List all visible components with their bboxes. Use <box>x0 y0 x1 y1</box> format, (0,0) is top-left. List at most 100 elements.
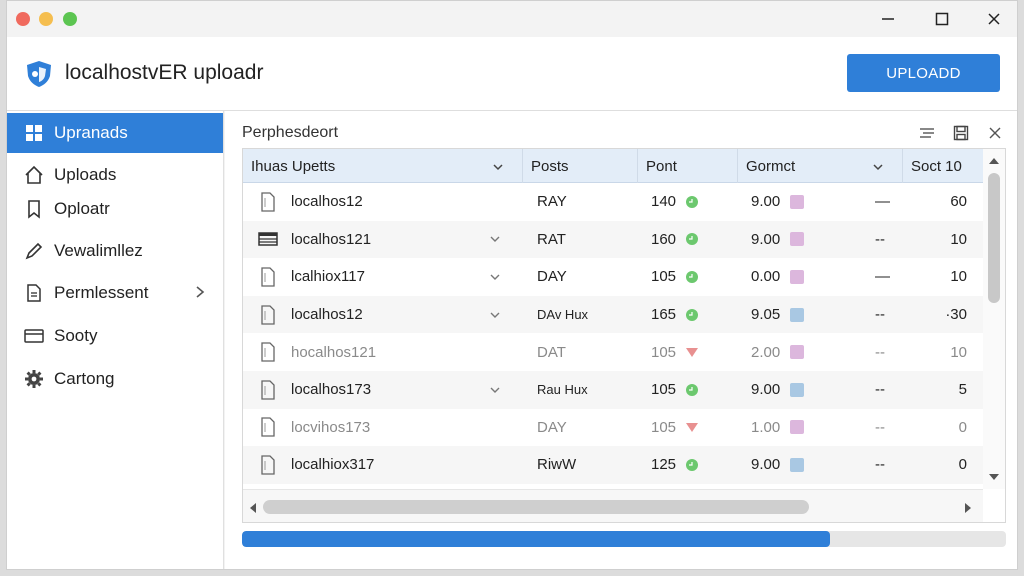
table-row[interactable]: localhos173 Rau Hux 105 9.00 -- 5 <box>243 371 983 409</box>
close-icon <box>989 127 1001 139</box>
file-icon <box>257 258 279 296</box>
table-row[interactable]: locvihos173 DAY 105 1.00 -- 0 <box>243 409 983 447</box>
sidebar-item-label: Upranads <box>54 123 128 142</box>
shield-logo-icon <box>27 61 51 87</box>
row-name: localhos12 <box>291 306 363 324</box>
row-format: 9.05 <box>751 306 781 324</box>
chevron-down-icon[interactable] <box>489 371 501 409</box>
table-row[interactable]: localhos12 RAY 140 9.00 — 60 <box>243 183 983 221</box>
sidebar-item-cartong[interactable]: Cartong <box>7 359 223 399</box>
filter-icon <box>920 128 934 138</box>
color-swatch <box>789 333 805 371</box>
row-soct: 10 <box>950 230 967 248</box>
column-header-label: Gormct <box>746 157 796 175</box>
pen-icon <box>23 240 45 262</box>
table-row[interactable]: hocalhos121 DAT 105 2.00 -- 10 <box>243 333 983 371</box>
table-row[interactable]: localhos121 RAT 160 9.00 -- 10 <box>243 220 983 259</box>
upload-progress-fill <box>242 531 831 547</box>
row-soct: 5 <box>958 381 967 399</box>
sidebar-item-upranads[interactable]: Upranads <box>7 113 223 153</box>
minimize-traffic-light[interactable] <box>39 12 53 26</box>
row-point: 105 <box>651 343 677 361</box>
row-format: 2.00 <box>751 343 781 361</box>
minimize-icon <box>882 18 894 20</box>
row-point: 160 <box>651 230 677 248</box>
column-header-pont[interactable]: Pont <box>638 149 738 183</box>
scroll-down-icon[interactable] <box>988 469 1000 487</box>
row-name: locvihos173 <box>291 418 371 436</box>
upload-button[interactable]: UPLOADD <box>847 54 1000 92</box>
maximize-button[interactable] <box>927 7 957 31</box>
color-swatch <box>789 258 805 296</box>
zoom-traffic-light[interactable] <box>63 12 77 26</box>
status-up-icon <box>685 258 699 296</box>
row-soct: 0 <box>958 418 967 436</box>
row-dash: — <box>875 193 890 211</box>
color-swatch <box>789 371 805 409</box>
sidebar-item-label: Cartong <box>54 369 115 388</box>
row-dash: — <box>875 268 890 286</box>
column-header-posts[interactable]: Posts <box>523 149 638 183</box>
save-button[interactable] <box>951 123 971 143</box>
horizontal-scrollbar[interactable] <box>243 489 983 522</box>
sidebar-item-label: Sooty <box>54 326 98 345</box>
sidebar-item-permlessent[interactable]: Permlessent <box>7 273 223 313</box>
color-swatch <box>789 296 805 334</box>
row-soct: 10 <box>950 268 967 286</box>
row-type: DAY <box>537 418 567 436</box>
scroll-right-icon[interactable] <box>963 501 973 519</box>
column-header-soct[interactable]: Soct 10 <box>903 149 983 183</box>
chevron-right-icon <box>195 284 205 304</box>
row-point: 165 <box>651 306 677 324</box>
horizontal-scroll-thumb[interactable] <box>263 500 809 514</box>
scroll-left-icon[interactable] <box>248 501 258 519</box>
sidebar-item-oploatr[interactable]: Oploatr <box>7 189 223 229</box>
row-type: DAv Hux <box>537 307 589 323</box>
sidebar-item-sooty[interactable]: Sooty <box>7 316 223 356</box>
window-close-button[interactable] <box>979 7 1009 31</box>
panel-close-button[interactable] <box>985 123 1005 143</box>
table-icon <box>257 221 279 259</box>
status-up-icon <box>685 446 699 484</box>
status-down-icon <box>685 333 699 371</box>
table-header: Ihuas Upetts Posts Pont Gormct Soct 10 <box>243 149 983 183</box>
table-row[interactable]: localhiox317 RiwW 125 9.00 -- 0 <box>243 446 983 484</box>
bookmark-icon <box>23 198 45 220</box>
status-up-icon <box>685 183 699 221</box>
row-format: 9.00 <box>751 230 781 248</box>
chevron-down-icon[interactable] <box>489 258 501 296</box>
color-swatch <box>789 183 805 221</box>
column-header-name[interactable]: Ihuas Upetts <box>243 149 523 183</box>
color-swatch <box>789 446 805 484</box>
title-bar <box>7 1 1017 37</box>
status-up-icon <box>685 296 699 334</box>
upload-progress-bar <box>242 531 1006 547</box>
close-icon <box>988 13 1000 25</box>
table-row[interactable]: localhos12 DAv Hux 165 9.05 -- ·30 <box>243 295 983 334</box>
column-header-gormct[interactable]: Gormct <box>738 149 903 183</box>
vertical-scrollbar[interactable] <box>983 149 1005 489</box>
row-type: DAT <box>537 343 566 361</box>
file-icon <box>257 183 279 221</box>
chevron-down-icon[interactable] <box>489 296 501 334</box>
row-dash: -- <box>875 456 885 474</box>
sidebar-item-vewalimllez[interactable]: Vewalimllez <box>7 231 223 271</box>
row-type: Rau Hux <box>537 382 588 398</box>
vertical-scroll-thumb[interactable] <box>988 173 1000 303</box>
row-point: 105 <box>651 381 677 399</box>
row-dash: -- <box>875 418 885 436</box>
card-icon <box>23 325 45 347</box>
file-icon <box>257 333 279 371</box>
close-traffic-light[interactable] <box>16 12 30 26</box>
row-type: RAT <box>537 230 566 248</box>
document-icon <box>23 282 45 304</box>
scroll-up-icon[interactable] <box>988 153 1000 171</box>
filter-button[interactable] <box>917 123 937 143</box>
chevron-down-icon[interactable] <box>489 221 501 259</box>
sidebar-item-label: Vewalimllez <box>54 241 143 260</box>
minimize-button[interactable] <box>873 7 903 31</box>
table-row[interactable]: lcalhiox117 DAY 105 0.00 — 10 <box>243 258 983 296</box>
row-soct: 10 <box>950 343 967 361</box>
row-name: hocalhos121 <box>291 343 377 361</box>
gear-icon <box>23 368 45 390</box>
